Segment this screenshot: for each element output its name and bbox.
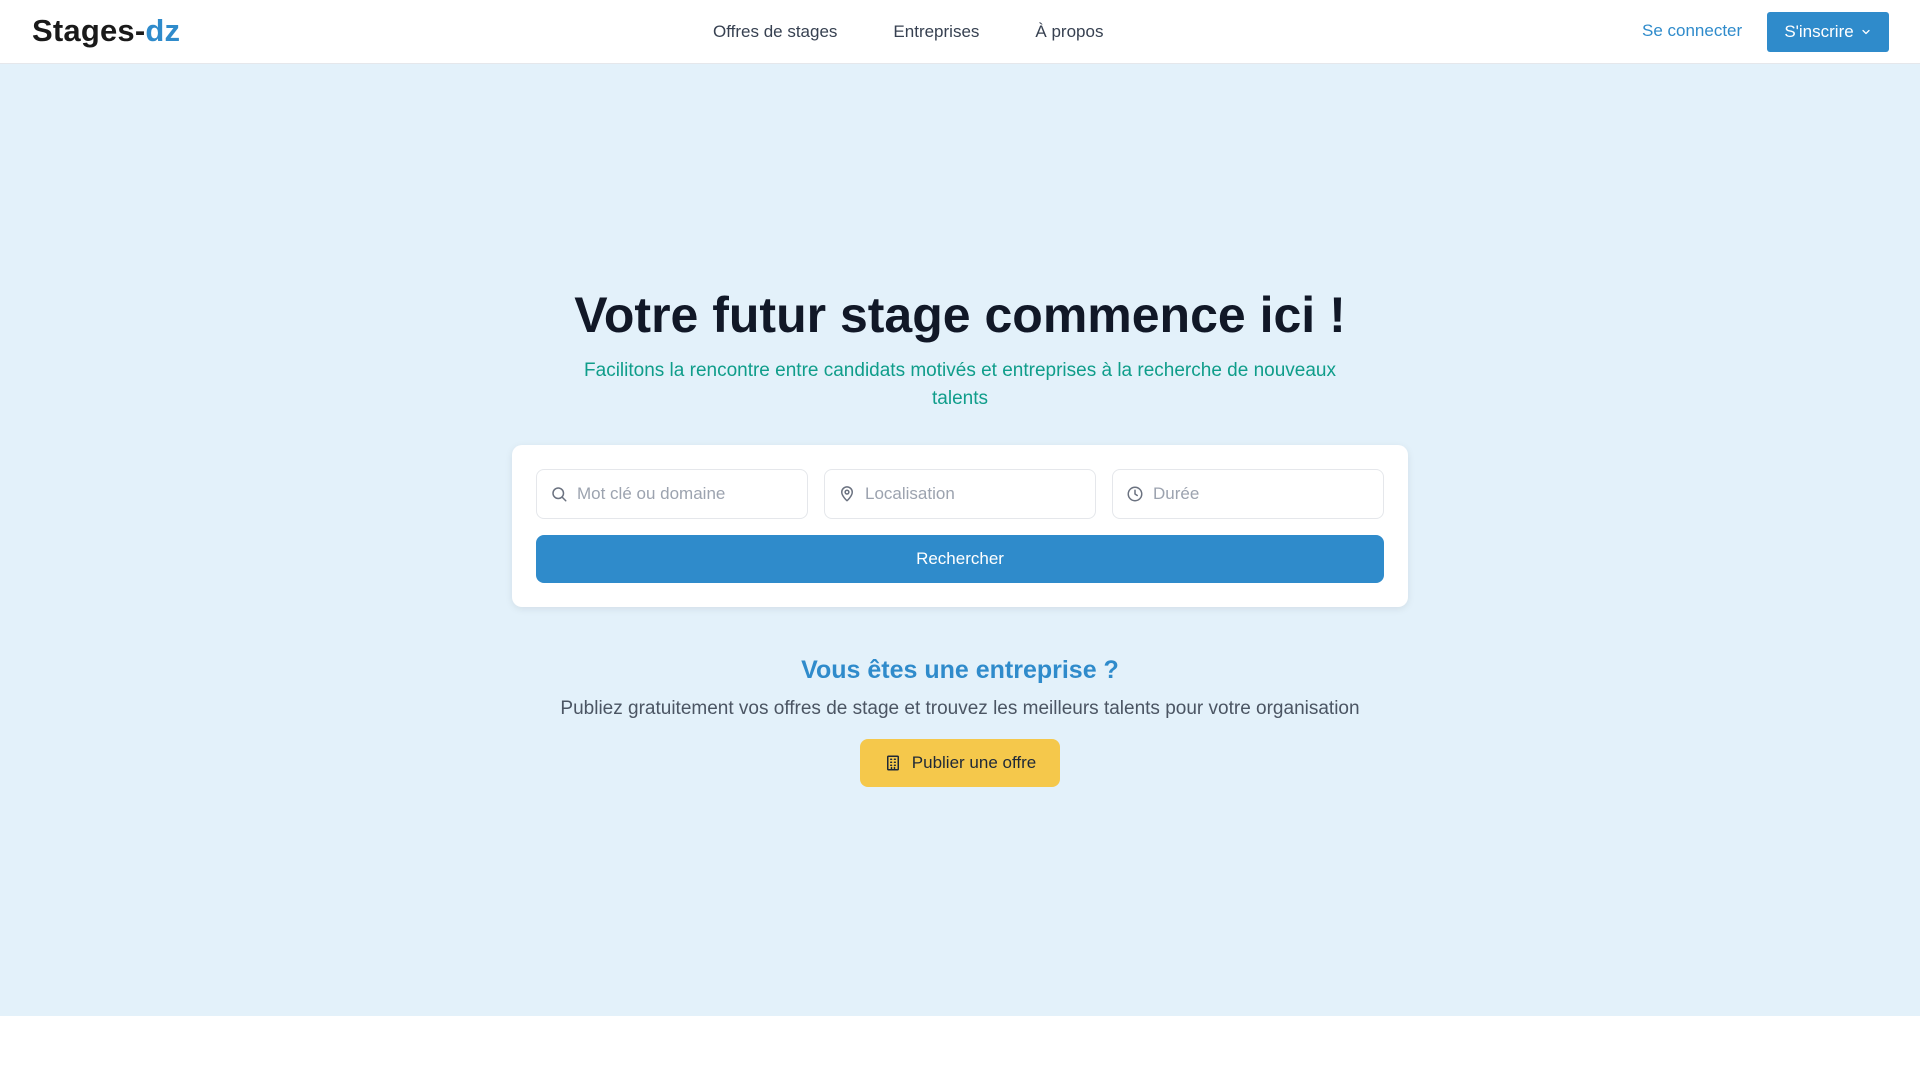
logo[interactable]: Stages-dz [32,13,180,49]
search-button[interactable]: Rechercher [536,535,1384,583]
clock-icon [1125,484,1145,504]
logo-main: Stages- [32,13,146,48]
keyword-field[interactable] [536,469,808,519]
login-link[interactable]: Se connecter [1642,21,1742,41]
map-pin-icon [837,484,857,504]
duration-field[interactable] [1112,469,1384,519]
keyword-input[interactable] [577,484,797,504]
location-field[interactable] [824,469,1096,519]
location-input[interactable] [865,484,1085,504]
logo-accent: dz [145,13,181,48]
business-subtitle: Publiez gratuitement vos offres de stage… [560,698,1360,719]
building-icon [886,755,899,771]
search-icon [549,484,569,504]
chevron-down-icon [1862,29,1870,35]
hero-title: Votre futur stage commence ici ! [574,287,1346,343]
search-card: Rechercher [512,445,1408,607]
publish-offer-button[interactable]: Publier une offre [860,739,1060,787]
signup-button[interactable]: S'inscrire [1767,12,1889,52]
navbar: Stages-dz Offres de stages Entreprises À… [0,0,1920,64]
nav-link-entreprises[interactable]: Entreprises [893,22,979,42]
hero-subtitle: Facilitons la rencontre entre candidats … [584,360,1336,409]
page-footer-strip [0,1016,1920,1080]
publish-offer-label: Publier une offre [911,753,1037,772]
duration-input[interactable] [1153,484,1373,504]
nav-link-a-propos[interactable]: À propos [1035,22,1103,42]
business-title: Vous êtes une entreprise ? [801,656,1119,684]
main-nav: Offres de stages Entreprises À propos [713,0,1103,64]
signup-label: S'inscrire [1784,22,1854,41]
nav-link-offres[interactable]: Offres de stages [713,22,837,42]
